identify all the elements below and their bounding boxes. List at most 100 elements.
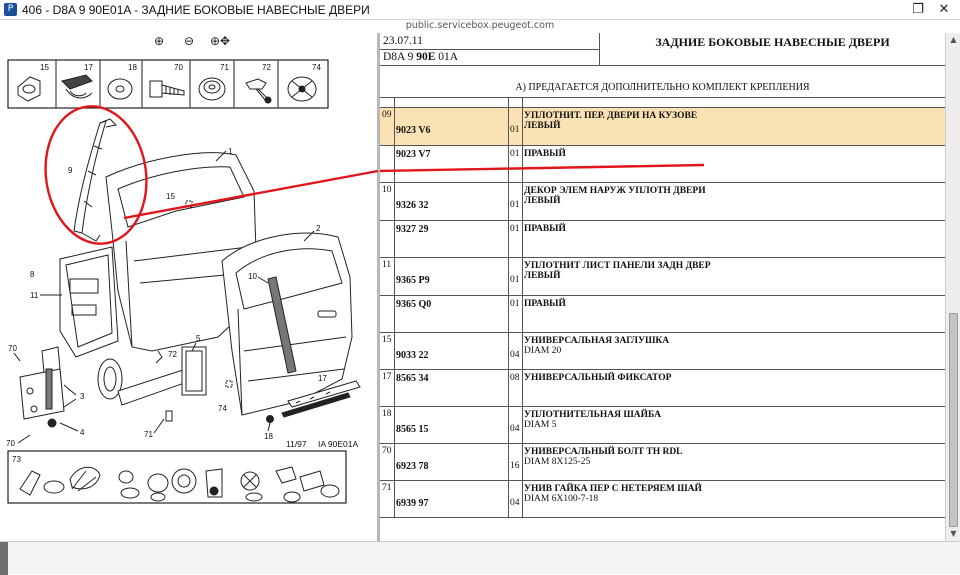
description-variant: DIAM 20 bbox=[524, 346, 562, 356]
part-quantity: 01 bbox=[510, 149, 520, 159]
callout-9: 9 bbox=[68, 166, 73, 175]
part-quantity: 04 bbox=[510, 350, 520, 360]
description-main: ПРАВЫЙ bbox=[524, 224, 566, 234]
exploded-parts-diagram: 15 17 18 70 71 72 74 9 1 15 2 10 17 18 7… bbox=[6, 59, 361, 504]
part-number[interactable]: 8565 15 bbox=[396, 424, 429, 435]
part-label-74: 74 bbox=[312, 63, 321, 72]
callout-70a: 70 bbox=[8, 344, 17, 353]
part-description: ПРАВЫЙ bbox=[524, 149, 566, 159]
part-number[interactable]: 9365 Q0 bbox=[396, 299, 431, 310]
description-main: УПЛОТНИТ ЛИСТ ПАНЕЛИ ЗАДН ДВЕР bbox=[524, 261, 711, 271]
zoom-out-icon[interactable]: ⊖ bbox=[180, 34, 198, 49]
description-main: ПРАВЫЙ bbox=[524, 299, 566, 309]
table-row[interactable]: 17 8565 34 08 УНИВЕРСАЛЬНЫЙ ФИКСАТОР bbox=[380, 370, 945, 407]
scroll-down-icon[interactable]: ▼ bbox=[946, 527, 960, 541]
part-label-17: 17 bbox=[84, 63, 93, 72]
part-label-71: 71 bbox=[220, 63, 229, 72]
part-number[interactable]: 9326 32 bbox=[396, 200, 429, 211]
table-row[interactable]: 11 9365 P9 01 УПЛОТНИТ ЛИСТ ПАНЕЛИ ЗАДН ДВЕ… bbox=[380, 258, 945, 296]
description-main: УНИВЕРСАЛЬНЫЙ БОЛТ TH RDL bbox=[524, 447, 683, 457]
table-row[interactable]: 10 9326 32 01 ДЕКОР ЭЛЕМ НАРУЖ УПЛОТН ДВЕРИ… bbox=[380, 183, 945, 221]
callout-15a: 15 bbox=[166, 192, 175, 201]
part-number[interactable]: 9327 29 bbox=[396, 224, 429, 235]
row-index: 10 bbox=[382, 185, 392, 195]
zoom-in-icon[interactable]: ⊕ bbox=[150, 34, 168, 49]
part-description: УНИВЕРСАЛЬНЫЙ ФИКСАТОР bbox=[524, 373, 671, 383]
part-number[interactable]: 9023 V6 bbox=[396, 125, 431, 136]
callout-8: 8 bbox=[30, 270, 35, 279]
part-description: УПЛОТНИТ ЛИСТ ПАНЕЛИ ЗАДН ДВЕР ЛЕВЫЙ bbox=[524, 261, 711, 281]
parts-header: 23.07.11 D8A 9 90E 01A ЗАДНИЕ БОКОВЫЕ НА… bbox=[380, 33, 945, 66]
part-quantity: 01 bbox=[510, 299, 520, 309]
callout-71: 71 bbox=[144, 430, 153, 439]
taskbar-edge bbox=[0, 542, 8, 575]
callout-1: 1 bbox=[228, 147, 233, 156]
description-variant: DIAM 8X125-25 bbox=[524, 457, 591, 467]
vertical-scrollbar[interactable]: ▲ ▼ bbox=[945, 33, 960, 541]
close-button[interactable]: ✕ bbox=[932, 1, 956, 18]
description-variant: ЛЕВЫЙ bbox=[524, 271, 561, 281]
window-title: 406 - D8A 9 90E01A - ЗАДНИЕ БОКОВЫЕ НАВЕ… bbox=[22, 3, 370, 17]
window-controls: ❐ ✕ bbox=[906, 1, 956, 19]
table-row[interactable]: 9023 V7 01 ПРАВЫЙ bbox=[380, 146, 945, 183]
row-index: 18 bbox=[382, 409, 392, 419]
app-icon: P bbox=[4, 3, 17, 16]
description-main: УНИВЕРСАЛЬНАЯ ЗАГЛУШКА bbox=[524, 336, 670, 346]
diagram-ref: 11/97 bbox=[286, 439, 307, 449]
part-quantity: 04 bbox=[510, 424, 520, 434]
part-number[interactable]: 9365 P9 bbox=[396, 275, 430, 286]
part-number[interactable]: 9023 V7 bbox=[396, 149, 431, 160]
table-row[interactable]: 71 6939 97 04 УНИВ ГАЙКА ПЕР С НЕТЕРЯЕМ ШАЙ… bbox=[380, 481, 945, 518]
table-row[interactable]: 70 6923 78 16 УНИВЕРСАЛЬНЫЙ БОЛТ TH RDL DIAM… bbox=[380, 444, 945, 481]
callout-17: 17 bbox=[318, 374, 327, 383]
callout-5: 5 bbox=[196, 334, 201, 343]
part-description: УНИВ ГАЙКА ПЕР С НЕТЕРЯЕМ ШАЙ DIAM 6X100-… bbox=[524, 484, 702, 504]
part-label-70: 70 bbox=[174, 63, 183, 72]
row-index: 71 bbox=[382, 483, 392, 493]
zoom-toolbar: ⊕ ⊖ ⊕✥ bbox=[150, 34, 230, 50]
part-label-72: 72 bbox=[262, 63, 271, 72]
part-quantity: 01 bbox=[510, 200, 520, 210]
diagram-code: IA 90E01A bbox=[318, 439, 359, 449]
callout-74: 74 bbox=[218, 404, 227, 413]
top-parts-strip: 15 17 18 70 71 72 74 bbox=[7, 59, 329, 109]
table-row[interactable]: 15 9033 22 04 УНИВЕРСАЛЬНАЯ ЗАГЛУШКА DIAM 20 bbox=[380, 333, 945, 370]
app-window: P 406 - D8A 9 90E01A - ЗАДНИЕ БОКОВЫЕ НА… bbox=[0, 0, 960, 575]
part-description: УНИВЕРСАЛЬНАЯ ЗАГЛУШКА DIAM 20 bbox=[524, 336, 669, 356]
part-quantity: 08 bbox=[510, 373, 520, 383]
table-row[interactable]: 9327 29 01 ПРАВЫЙ bbox=[380, 221, 945, 258]
header-date: 23.07.11 bbox=[383, 35, 423, 47]
description-main: УНИВ ГАЙКА ПЕР С НЕТЕРЯЕМ ШАЙ bbox=[524, 484, 702, 494]
part-number[interactable]: 6939 97 bbox=[396, 498, 429, 509]
part-number[interactable]: 9023 V5 bbox=[396, 98, 431, 99]
callout-3: 3 bbox=[80, 392, 85, 401]
table-row[interactable]: 18 8565 15 04 УПЛОТНИТЕЛЬНАЯ ШАЙБА DIAM 5 bbox=[380, 407, 945, 444]
part-label-15: 15 bbox=[40, 63, 49, 72]
description-variant: DIAM 5 bbox=[524, 420, 557, 430]
part-description: ДЕКОР ЭЛЕМ НАРУЖ УПЛОТН ДВЕРИ ЛЕВЫЙ bbox=[524, 186, 706, 206]
part-quantity: 04 bbox=[510, 498, 520, 508]
callout-10: 10 bbox=[248, 272, 257, 281]
part-quantity: 16 bbox=[510, 461, 520, 471]
callout-11: 11 bbox=[30, 291, 39, 300]
part-number[interactable]: 8565 34 bbox=[396, 373, 429, 384]
restore-button[interactable]: ❐ bbox=[906, 1, 930, 18]
url-label: public.servicebox.peugeot.com bbox=[405, 20, 555, 31]
diagram-panel: ⊕ ⊖ ⊕✥ 15 17 18 70 71 72 74 9 1 15 2 10 … bbox=[0, 33, 377, 541]
part-label-73: 73 bbox=[12, 455, 21, 464]
table-row[interactable]: 09 9023 V6 01 УПЛОТНИТ. ПЕР. ДВЕРИ НА КУЗОВ… bbox=[380, 108, 945, 146]
scroll-thumb[interactable] bbox=[949, 313, 958, 527]
part-number[interactable]: 9033 22 bbox=[396, 350, 429, 361]
zoom-pan-icon[interactable]: ⊕✥ bbox=[210, 34, 230, 49]
table-row[interactable]: 9023 V501ПРАВЫЙ bbox=[380, 98, 945, 108]
table-row[interactable]: 9365 Q0 01 ПРАВЫЙ bbox=[380, 296, 945, 333]
part-label-18: 18 bbox=[128, 63, 137, 72]
description-variant: ЛЕВЫЙ bbox=[524, 196, 561, 206]
callout-4: 4 bbox=[80, 428, 85, 437]
status-strip bbox=[0, 541, 960, 575]
header-code: D8A 9 90E 01A bbox=[383, 51, 459, 63]
description-variant: ЛЕВЫЙ bbox=[524, 121, 561, 131]
part-number[interactable]: 6923 78 bbox=[396, 461, 429, 472]
description-main: ДЕКОР ЭЛЕМ НАРУЖ УПЛОТН ДВЕРИ bbox=[524, 186, 706, 196]
scroll-up-icon[interactable]: ▲ bbox=[946, 33, 960, 47]
